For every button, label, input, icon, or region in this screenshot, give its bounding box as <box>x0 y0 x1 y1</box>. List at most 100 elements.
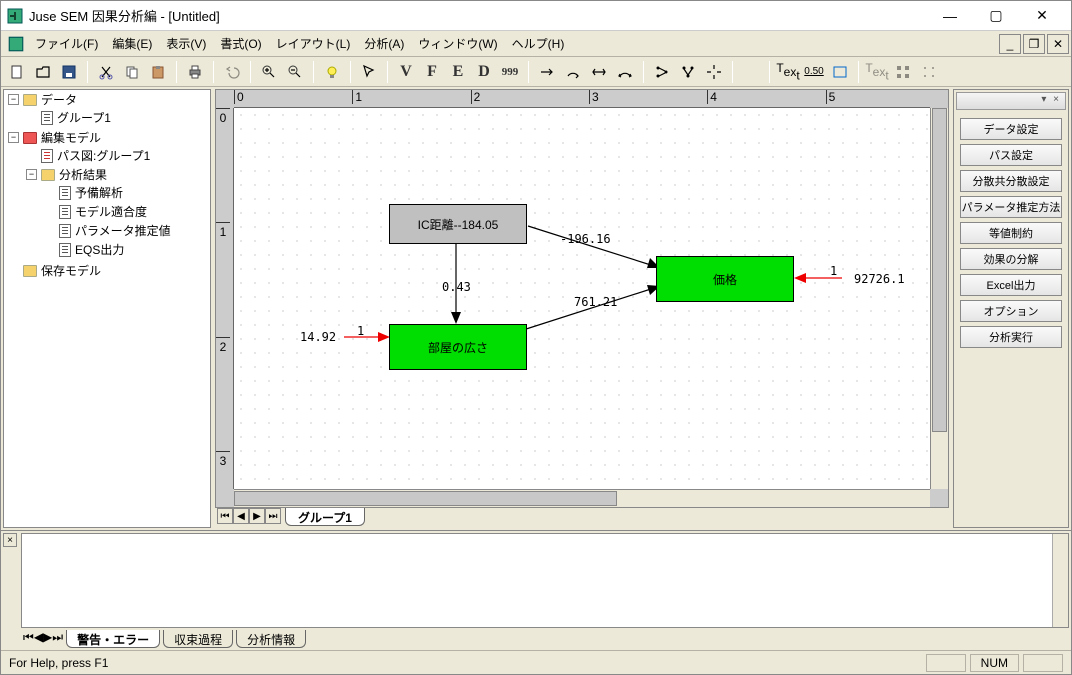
network-tool-2[interactable] <box>676 60 700 84</box>
title-bar: Juse SEM 因果分析編 - [Untitled] — ▢ ✕ <box>1 1 1071 31</box>
out-tab-nav-next[interactable]: ▶ <box>43 630 52 644</box>
btn-data-settings[interactable]: データ設定 <box>960 118 1062 140</box>
tree-group1[interactable]: グループ1 <box>57 109 111 126</box>
coef-label: 1 <box>830 264 837 278</box>
menu-format[interactable]: 書式(O) <box>214 33 267 54</box>
letter-d-tool[interactable]: D <box>472 60 496 84</box>
tree-param[interactable]: パラメータ推定値 <box>75 222 171 239</box>
menu-edit[interactable]: 編集(E) <box>106 33 158 54</box>
tab-nav-first[interactable]: ⏮ <box>217 508 233 524</box>
ruler-corner <box>216 90 234 108</box>
btn-run-analysis[interactable]: 分析実行 <box>960 326 1062 348</box>
arrow-curve-tool[interactable] <box>561 60 585 84</box>
text-tool[interactable]: Text <box>776 60 800 84</box>
zoom-out-button[interactable] <box>283 60 307 84</box>
tree-results[interactable]: 分析結果 <box>59 166 107 183</box>
menu-analyze[interactable]: 分析(A) <box>358 33 410 54</box>
out-tab-nav-first[interactable]: ⏮ <box>23 630 34 645</box>
out-tab-analysis-info[interactable]: 分析情報 <box>236 630 306 648</box>
coef-label: 761.21 <box>574 295 617 309</box>
arrow-right-tool[interactable] <box>535 60 559 84</box>
node-room-size[interactable]: 部屋の広さ <box>389 324 527 370</box>
menu-layout[interactable]: レイアウト(L) <box>270 33 357 54</box>
ruler-corner <box>930 90 948 108</box>
menu-window[interactable]: ウィンドウ(W) <box>412 33 503 54</box>
network-tool-1[interactable] <box>650 60 674 84</box>
mdi-minimize-button[interactable]: _ <box>999 34 1021 54</box>
target-tool[interactable] <box>702 60 726 84</box>
project-tree[interactable]: − データ グループ1 − 編集モデル パス図:グループ1 − 分析結果 予備解析 モ… <box>3 89 211 528</box>
btn-param-method[interactable]: パラメータ推定方法 <box>960 196 1062 218</box>
tree-saved[interactable]: 保存モデル <box>41 262 101 279</box>
btn-effect-decomp[interactable]: 効果の分解 <box>960 248 1062 270</box>
pointer-tool[interactable] <box>357 60 381 84</box>
out-tab-nav-last[interactable]: ⏭ <box>52 630 63 645</box>
doc-icon <box>59 224 71 238</box>
arrow-both-tool[interactable] <box>587 60 611 84</box>
tree-eqs[interactable]: EQS出力 <box>75 241 124 258</box>
variance-label: 14.92 <box>300 330 336 344</box>
close-button[interactable]: ✕ <box>1019 2 1065 30</box>
menu-file[interactable]: ファイル(F) <box>29 33 104 54</box>
link-tool[interactable] <box>739 60 763 84</box>
maximize-button[interactable]: ▢ <box>973 2 1019 30</box>
btn-excel-export[interactable]: Excel出力 <box>960 274 1062 296</box>
btn-path-settings[interactable]: パス設定 <box>960 144 1062 166</box>
ruler-corner <box>216 489 234 507</box>
sheet-tabstrip: ⏮ ◀ ▶ ⏭ グループ1 <box>215 508 949 528</box>
btn-varcov-settings[interactable]: 分散共分散設定 <box>960 170 1062 192</box>
menu-view[interactable]: 表示(V) <box>160 33 212 54</box>
new-button[interactable] <box>5 60 29 84</box>
node-ic-distance[interactable]: IC距離--184.05 <box>389 204 527 244</box>
cut-button[interactable] <box>94 60 118 84</box>
tree-fit[interactable]: モデル適合度 <box>75 203 147 220</box>
letter-e-tool[interactable]: E <box>446 60 470 84</box>
paste-button[interactable] <box>146 60 170 84</box>
mdi-close-button[interactable]: ✕ <box>1047 34 1069 54</box>
letter-f-tool[interactable]: F <box>420 60 444 84</box>
menu-help[interactable]: ヘルプ(H) <box>506 33 571 54</box>
output-close-button[interactable]: × <box>3 533 17 547</box>
out-tab-warn-error[interactable]: 警告・エラー <box>66 630 160 648</box>
rect-tool[interactable] <box>828 60 852 84</box>
out-tab-nav-prev[interactable]: ◀ <box>34 630 43 644</box>
scrollbar-vertical[interactable] <box>930 108 948 489</box>
output-text-area[interactable] <box>21 533 1069 628</box>
scrollbar-horizontal[interactable] <box>234 489 930 507</box>
btn-options[interactable]: オプション <box>960 300 1062 322</box>
tab-nav-last[interactable]: ⏭ <box>265 508 281 524</box>
zoom-in-button[interactable] <box>257 60 281 84</box>
tree-edit-model[interactable]: 編集モデル <box>41 129 101 146</box>
output-scrollbar[interactable] <box>1052 534 1068 627</box>
copy-button[interactable] <box>120 60 144 84</box>
minimize-button[interactable]: — <box>927 2 973 30</box>
status-help-text: For Help, press F1 <box>9 656 108 670</box>
collapse-icon[interactable]: − <box>26 169 37 180</box>
save-button[interactable] <box>57 60 81 84</box>
window-title: Juse SEM 因果分析編 - [Untitled] <box>29 6 927 25</box>
output-pane: × ⏮ ◀ ▶ ⏭ 警告・エラー 収束過程 分析情報 <box>1 530 1071 650</box>
open-button[interactable] <box>31 60 55 84</box>
node-price[interactable]: 価格 <box>656 256 794 302</box>
collapse-icon[interactable]: − <box>8 94 19 105</box>
arrow-double-curve-tool[interactable] <box>613 60 637 84</box>
tree-data[interactable]: データ <box>41 91 77 108</box>
tree-path-diagram[interactable]: パス図:グループ1 <box>57 147 150 164</box>
tab-nav-next[interactable]: ▶ <box>249 508 265 524</box>
scale-050-tool[interactable]: 0.50 <box>802 60 826 84</box>
btn-equality-constraints[interactable]: 等値制約 <box>960 222 1062 244</box>
letter-v-tool[interactable]: V <box>394 60 418 84</box>
letter-999-tool[interactable]: 999 <box>498 60 522 84</box>
diagram-canvas[interactable]: IC距離--184.05 部屋の広さ 価格 0.43 -196.16 761.2… <box>234 108 930 489</box>
status-cell-empty <box>926 654 966 672</box>
tree-prelim[interactable]: 予備解析 <box>75 184 123 201</box>
coef-label: -196.16 <box>560 232 611 246</box>
collapse-icon[interactable]: − <box>8 132 19 143</box>
idea-button[interactable] <box>320 60 344 84</box>
sheet-tab-group1[interactable]: グループ1 <box>285 508 365 526</box>
panel-header[interactable] <box>956 92 1066 110</box>
print-button[interactable] <box>183 60 207 84</box>
tab-nav-prev[interactable]: ◀ <box>233 508 249 524</box>
out-tab-convergence[interactable]: 収束過程 <box>163 630 233 648</box>
mdi-restore-button[interactable]: ❐ <box>1023 34 1045 54</box>
